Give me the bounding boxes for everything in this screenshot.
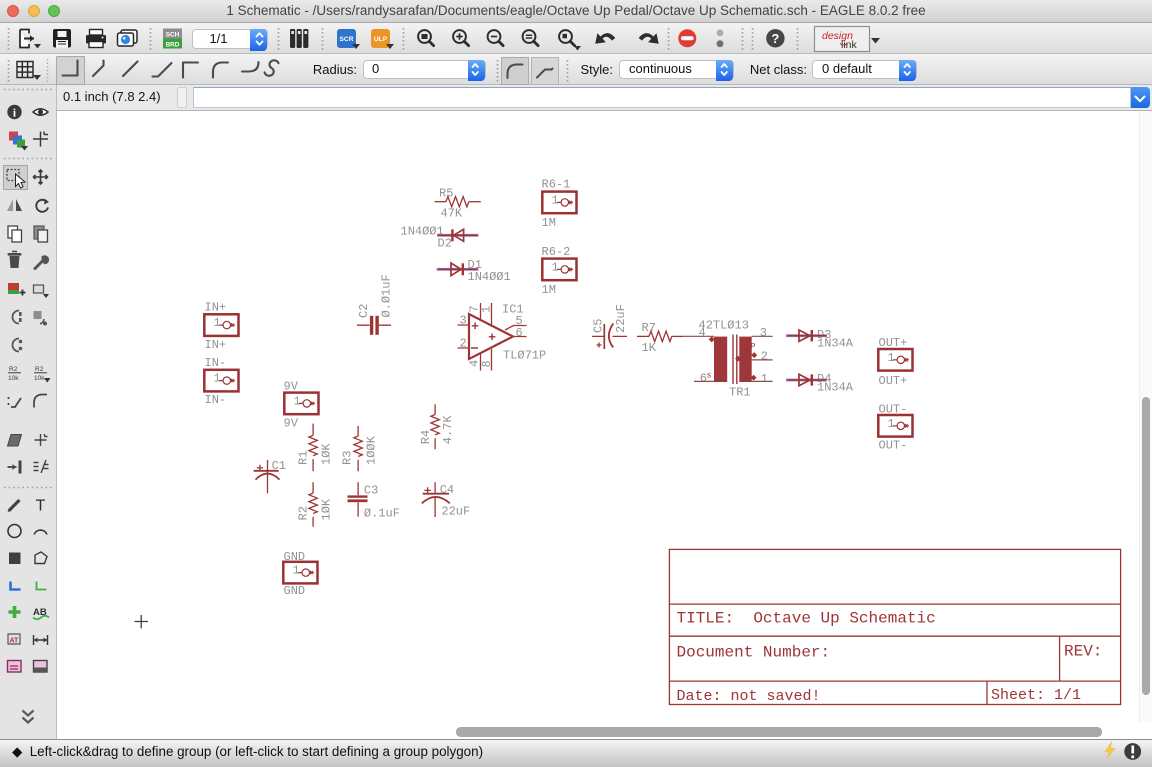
svg-text:R5: R5 [439,187,453,201]
svg-text:22uF: 22uF [441,504,470,518]
svg-text:1K: 1K [642,341,657,355]
svg-text:OUT-: OUT- [879,438,908,452]
svg-text:C4: C4 [440,483,454,497]
svg-text:1N34A: 1N34A [817,381,854,395]
svg-text:1: 1 [761,372,768,386]
svg-text:TLØ71P: TLØ71P [503,349,546,363]
svg-text:1ØK: 1ØK [320,443,334,465]
svg-text:Document Number:: Document Number: [677,644,831,662]
svg-text:1ØK: 1ØK [320,498,334,520]
svg-text:1N4ØØ1: 1N4ØØ1 [468,270,511,284]
svg-text:IN-: IN- [205,393,227,407]
svg-text:Ø.Ø1uF: Ø.Ø1uF [380,274,394,317]
svg-text:R4: R4 [419,430,433,444]
svg-text:IN+: IN+ [205,301,227,315]
svg-text:Sheet: 1/1: Sheet: 1/1 [991,687,1081,704]
svg-text:4: 4 [699,326,706,340]
svg-text:R6-1: R6-1 [542,178,571,192]
svg-text:Date: not saved!: Date: not saved! [677,688,821,705]
svg-text:C5: C5 [592,319,606,333]
svg-text:1M: 1M [542,216,556,230]
svg-text:R6-2: R6-2 [542,245,571,259]
svg-text:6: 6 [516,326,523,340]
svg-text:REV:: REV: [1064,643,1102,661]
svg-text:GND: GND [284,550,306,564]
svg-text:1ØØK: 1ØØK [365,435,379,465]
svg-text:s: s [707,371,712,381]
svg-text:D2: D2 [438,237,452,251]
svg-text:TR1: TR1 [729,385,751,399]
svg-text:9V: 9V [284,379,299,393]
svg-text:2: 2 [761,350,768,364]
svg-text:22uF: 22uF [614,304,628,333]
svg-text:IN-: IN- [205,356,227,370]
svg-text:R3: R3 [341,451,355,465]
svg-text:42TLØ13: 42TLØ13 [699,319,749,333]
svg-text:R1: R1 [296,451,310,465]
svg-text:9V: 9V [284,417,299,431]
svg-text:Ø.1uF: Ø.1uF [364,506,400,520]
svg-text:3: 3 [760,326,767,340]
svg-text:4.7K: 4.7K [441,415,455,445]
svg-text:OUT+: OUT+ [879,374,908,388]
svg-text:1M: 1M [542,283,556,297]
svg-text:OUT-: OUT- [879,403,908,417]
svg-text:OUT+: OUT+ [879,336,908,350]
svg-text:GND: GND [284,584,306,598]
svg-text:C2: C2 [357,304,371,318]
svg-text:1N34A: 1N34A [817,337,854,351]
svg-text:IN+: IN+ [205,338,227,352]
svg-text:R7: R7 [642,321,656,335]
svg-text:TITLE: Octave Up Schematic: TITLE: Octave Up Schematic [677,610,936,628]
svg-text:P: P [750,342,755,352]
